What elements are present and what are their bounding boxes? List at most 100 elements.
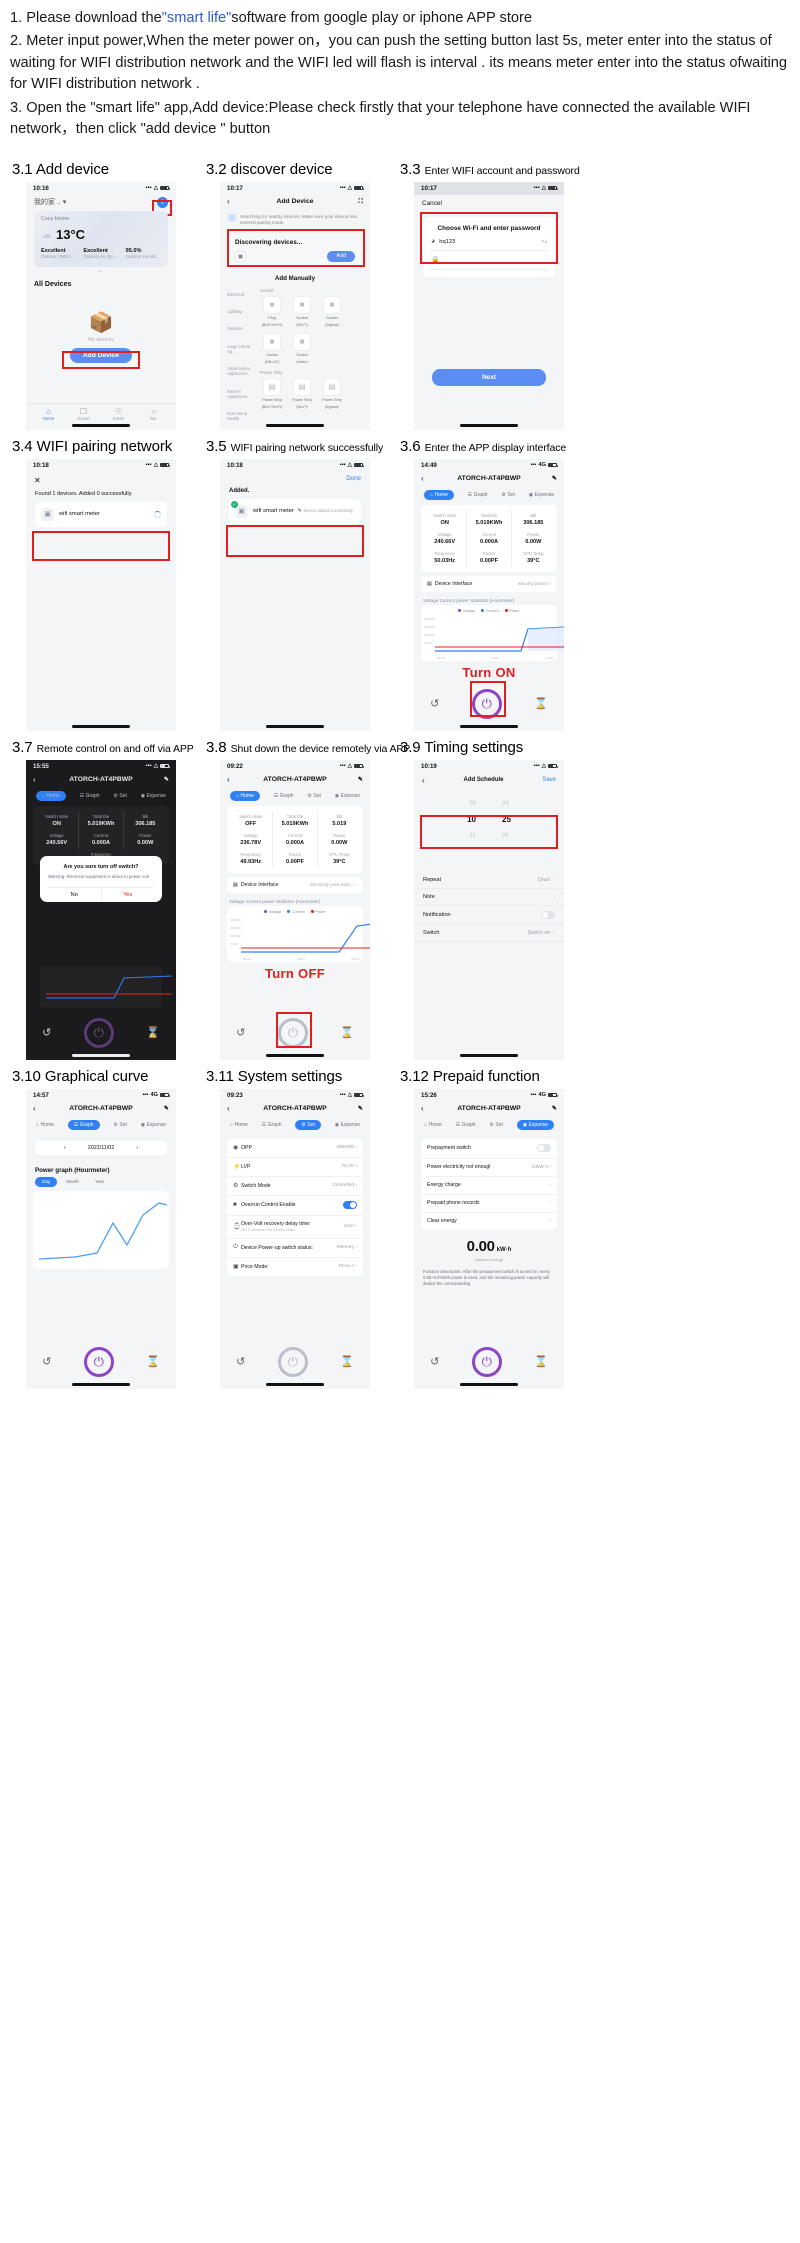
history-clock-icon[interactable]: ↺ [42,1355,51,1368]
tab-home[interactable]: ⌂ Home [35,790,66,801]
setting-switch-mode[interactable]: ⚙ Switch Mode Contorlled › [227,1177,363,1196]
setting-lvp[interactable]: ⚡ LVP 75.0V › [227,1158,363,1177]
edit-pencil-icon[interactable]: ✎ [552,1105,557,1112]
edit-pencil-icon[interactable]: ✎ [552,475,557,482]
dialog-yes-button[interactable]: Yes [102,888,155,902]
tab-graph[interactable]: ☰ Graph [468,490,488,500]
tab-set[interactable]: ⚙ Set [501,490,515,500]
back-icon[interactable]: ‹ [421,1104,424,1113]
power-button[interactable]: ⏻ [83,1017,114,1048]
tab-expense[interactable]: ◉ Expense [516,1119,555,1130]
tab-home[interactable]: ⌂ Home [31,407,66,422]
back-icon[interactable]: ‹ [421,474,424,483]
product-item[interactable]: ▤ Power Strip (BLE+Wi-Fi) [260,377,284,410]
product-item[interactable]: ■ Socket (Zigbee) [320,295,344,328]
next-button[interactable]: Next [432,368,546,386]
overrun-control-toggle[interactable] [343,1201,357,1210]
prepayment-toggle[interactable] [537,1144,551,1153]
back-icon[interactable]: ‹ [33,1104,36,1113]
device-card[interactable]: ▣ wifi smart meter [35,501,167,527]
tab-expense[interactable]: ◉ Expense [335,791,360,801]
category-item[interactable]: Lighting [224,303,258,320]
power-button[interactable]: ⏻ [83,1346,114,1377]
category-item[interactable]: Electrical [224,286,258,303]
row-notification[interactable]: Notification [414,906,564,925]
save-button[interactable]: Save [542,777,556,783]
row-clear-energy[interactable]: Clear energy › [421,1213,557,1230]
tab-set[interactable]: ⚙ Set [113,791,127,801]
tab-graph[interactable]: ☰ Graph [80,791,100,801]
weather-card[interactable]: Cozy Home ☁ 13°C Excellent Outdoor PM2.5 … [34,210,168,267]
edit-pencil-icon[interactable]: ✎ [298,508,302,514]
next-date-icon[interactable]: › [136,1145,138,1151]
product-item[interactable]: ▤ Power Strip (Zigbee) [320,377,344,410]
row-switch[interactable]: Switch Switch on › [414,925,564,942]
setting-powerup-state[interactable]: ⏻ Device Power-up switch status: Memory … [227,1239,363,1258]
category-item[interactable]: Sensors [224,320,258,337]
cancel-button[interactable]: Cancel [414,195,564,212]
tab-graph[interactable]: ☰ Graph [262,1120,282,1130]
power-button[interactable]: ⏻ [471,1346,502,1377]
product-item[interactable]: ■ Socket (NB-IoT) [260,332,284,365]
row-prepayment-switch[interactable]: Prepayment switch [421,1139,557,1159]
power-button[interactable]: ⏻ [277,1346,308,1377]
back-icon[interactable]: ‹ [227,775,230,784]
dialog-no-button[interactable]: No [48,887,102,902]
tab-expense[interactable]: ◉ Expense [335,1120,360,1130]
edit-pencil-icon[interactable]: ✎ [164,776,169,783]
tab-graph[interactable]: ☰ Graph [456,1120,476,1130]
back-icon[interactable]: ‹ [33,775,36,784]
period-year[interactable]: Year [88,1177,111,1187]
notification-toggle[interactable] [541,910,555,919]
tab-graph[interactable]: ☰ Graph [274,791,294,801]
tab-graph[interactable]: ☰ Graph [67,1119,100,1130]
close-icon[interactable]: ✕ [26,472,176,489]
history-clock-icon[interactable]: ↺ [42,1026,51,1039]
product-item[interactable]: ■ Socket (other) [290,332,314,365]
category-item[interactable]: Security & Video Sur... [224,428,258,430]
category-item[interactable]: Exercise & Health [224,405,258,428]
setting-price-mode[interactable]: ▣ Price Mode: Price-A › [227,1258,363,1276]
row-repeat[interactable]: Repeat Once › [414,872,564,889]
edit-pencil-icon[interactable]: ✎ [358,1105,363,1112]
tab-set[interactable]: ⚙ Set [489,1120,503,1130]
back-icon[interactable]: ‹ [227,197,230,206]
family-selector[interactable]: 我的家 .. ▾ [34,197,66,207]
timer-hourglass-icon[interactable]: ⌛ [534,697,548,710]
setting-overvolt-delay[interactable]: ⌚ Over-Volt recovery delay time: Set 0 m… [227,1216,363,1239]
product-item[interactable]: ■ Socket (Wi-Fi) [290,295,314,328]
period-day[interactable]: Day [35,1176,58,1187]
date-selector[interactable]: ‹ 2022/11/02 › [35,1140,167,1155]
history-clock-icon[interactable]: ↺ [236,1026,245,1039]
tab-expense[interactable]: ◉ Expense [141,791,166,801]
back-icon[interactable]: ‹ [227,1104,230,1113]
timer-hourglass-icon[interactable]: ⌛ [340,1355,354,1368]
tab-expense[interactable]: ◉ Expense [141,1120,166,1130]
tab-home[interactable]: ⌂ Home [424,1120,442,1130]
timer-hourglass-icon[interactable]: ⌛ [340,1026,354,1039]
tab-set[interactable]: ⚙ Set [295,1119,321,1130]
edit-pencil-icon[interactable]: ✎ [358,776,363,783]
product-item[interactable]: ▤ Power Strip (Wi-Fi) [290,377,314,410]
row-power-not-enough[interactable]: Power electricity not enougl 10kW·h › [421,1159,557,1177]
tab-home[interactable]: ⌂ Home [229,790,260,801]
category-item[interactable]: Kitchen Appliances [224,383,258,406]
tab-home[interactable]: ⌂ Home [230,1120,248,1130]
tab-expense[interactable]: ◉ Expense [529,490,554,500]
smart-life-link[interactable]: "smart life" [162,10,232,26]
done-button[interactable]: Done [220,472,370,485]
timer-hourglass-icon[interactable]: ⌛ [534,1355,548,1368]
tab-smart[interactable]: ☉ Smart [101,407,136,422]
tab-set[interactable]: ⚙ Set [307,791,321,801]
setting-overrun-control[interactable]: ■ Overrun Control Enable [227,1196,363,1216]
row-energy-charge[interactable]: Energy charge › [421,1177,557,1195]
timer-hourglass-icon[interactable]: ⌛ [146,1026,160,1039]
device-interface-row[interactable]: ▤ Device Interface Electricity price swi… [227,876,363,893]
device-interface-row[interactable]: ▤ Device Interface Security protect › [421,575,557,592]
category-item[interactable]: Small Home Appliances [224,360,258,383]
scan-icon[interactable]: ⛶ [359,198,363,206]
history-clock-icon[interactable]: ↺ [430,697,439,710]
device-card[interactable]: ✓ ▣ wifi smart meter ✎ Device added succ… [229,498,361,524]
setting-opp[interactable]: ◉ OPP 26500W › [227,1139,363,1158]
tab-scene[interactable]: ☐ Scene [66,407,101,422]
